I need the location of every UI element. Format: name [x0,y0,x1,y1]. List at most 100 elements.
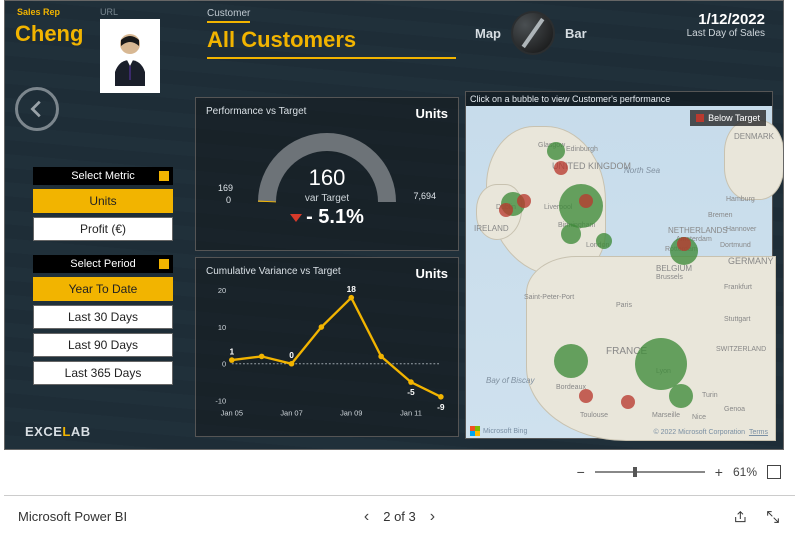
customer-block: Customer All Customers [207,7,456,59]
city-genoa: Genoa [724,406,745,413]
map-bubble[interactable] [554,344,588,378]
city-nice: Nice [692,414,706,421]
gauge-value: 160 [196,165,458,191]
toggle-dial[interactable] [511,11,555,55]
share-icon[interactable] [733,509,749,525]
map-bar-toggle: Map Bar [475,11,587,55]
brand-logo: EXCELAB [25,424,91,439]
city-hamburg: Hamburg [726,196,755,203]
city-paris: Paris [616,302,632,309]
report-date-sub: Last Day of Sales [687,28,765,39]
gauge-unit: Units [416,106,449,121]
prev-page-button[interactable]: ‹ [364,508,369,526]
city-hannover: Hannover [726,226,756,233]
map-bubble[interactable] [635,338,687,390]
gauge-card: Performance vs Target Units 169 0 7,694 … [195,97,459,251]
map-card: Click on a bubble to view Customer's per… [465,91,773,439]
bing-icon [470,426,480,436]
map-attribution: Microsoft Bing [470,426,527,436]
map-bubble[interactable] [579,389,593,403]
back-button[interactable] [15,87,59,131]
sales-rep-label: Sales Rep [17,7,60,17]
period-slicer: Select Period Year To Date Last 30 Days … [33,255,173,385]
date-block: 1/12/2022 Last Day of Sales [687,11,765,39]
city-toulouse: Toulouse [580,412,608,419]
page-navigator: ‹ 2 of 3 › [364,508,435,526]
svg-text:10: 10 [218,323,226,332]
map-bubble[interactable] [669,384,693,408]
svg-text:Jan 09: Jan 09 [340,408,362,417]
customer-name: All Customers [207,27,456,59]
bar-toggle-label[interactable]: Bar [565,26,587,41]
map-bubble[interactable] [579,194,593,208]
avatar-icon [107,26,153,86]
period-option-ytd[interactable]: Year To Date [33,277,173,301]
city-bremen: Bremen [708,212,733,219]
zoom-out-button[interactable]: − [577,464,585,480]
sales-rep-avatar [100,19,160,93]
city-stpeterport: Saint-Peter-Port [524,294,574,301]
gauge-var-label: var Target [196,193,458,204]
svg-text:Jan 05: Jan 05 [221,408,243,417]
city-stuttgart: Stuttgart [724,316,750,323]
sales-rep-name: Cheng [15,21,83,47]
map-bubble[interactable] [596,233,612,249]
period-option-365d[interactable]: Last 365 Days [33,361,173,385]
metric-slicer-title: Select Metric [33,167,173,185]
line-chart: -10010201018-5-9Jan 05Jan 07Jan 09Jan 11 [196,281,458,421]
map-bubble[interactable] [561,224,581,244]
down-triangle-icon [290,214,302,222]
zoom-slider[interactable] [595,471,705,473]
svg-text:1: 1 [229,346,234,356]
period-slicer-title: Select Period [33,255,173,273]
period-option-90d[interactable]: Last 90 Days [33,333,173,357]
map-bubble[interactable] [554,161,568,175]
city-turin: Turin [702,392,718,399]
fit-to-page-button[interactable] [767,465,781,479]
svg-text:-10: -10 [215,396,226,405]
map-toggle-label[interactable]: Map [475,26,501,41]
map-bubble[interactable] [677,237,691,251]
map-copyright: © 2022 Microsoft Corporation Terms [654,429,769,436]
fullscreen-icon[interactable] [765,509,781,525]
svg-text:20: 20 [218,286,226,295]
svg-text:0: 0 [289,350,294,360]
svg-text:-9: -9 [437,402,445,412]
url-label: URL [100,7,118,17]
customer-label: Customer [207,8,250,23]
city-brussels: Brussels [656,274,683,281]
map-bubble[interactable] [547,142,565,160]
country-de: GERMANY [728,256,774,266]
map-bubble[interactable] [621,395,635,409]
map-legend: Below Target [690,110,766,126]
svg-text:0: 0 [222,360,226,369]
metric-option-units[interactable]: Units [33,189,173,213]
map-viewport[interactable]: North Sea Bay of Biscay UNITED KINGDOM I… [466,106,772,438]
gauge-pct: - 5.1% [196,206,458,229]
report-date: 1/12/2022 [687,11,765,28]
next-page-button[interactable]: › [430,508,435,526]
city-edinburgh: Edinburgh [566,146,598,153]
svg-text:Jan 07: Jan 07 [280,408,302,417]
header: Sales Rep URL Cheng Customer All Custome… [15,7,773,92]
city-marseille: Marseille [652,412,680,419]
svg-text:-5: -5 [407,387,415,397]
country-dk: DENMARK [734,132,774,141]
sea-label-biscay: Bay of Biscay [486,376,534,385]
legend-swatch-icon [696,114,704,122]
page-root: Sales Rep URL Cheng Customer All Custome… [0,0,799,537]
city-dortmund: Dortmund [720,242,751,249]
period-option-30d[interactable]: Last 30 Days [33,305,173,329]
map-terms-link[interactable]: Terms [749,429,768,436]
zoom-toolbar: − + 61% [4,456,795,488]
arrow-left-icon [26,98,48,120]
map-bubble[interactable] [499,203,513,217]
country-ireland: IRELAND [474,224,509,233]
svg-text:Jan 11: Jan 11 [400,408,422,417]
gauge-title: Performance vs Target [206,106,306,121]
map-hint: Click on a bubble to view Customer's per… [466,92,772,106]
metric-option-profit[interactable]: Profit (€) [33,217,173,241]
zoom-in-button[interactable]: + [715,464,723,480]
map-bubble[interactable] [517,194,531,208]
zoom-pct: 61% [733,465,757,479]
